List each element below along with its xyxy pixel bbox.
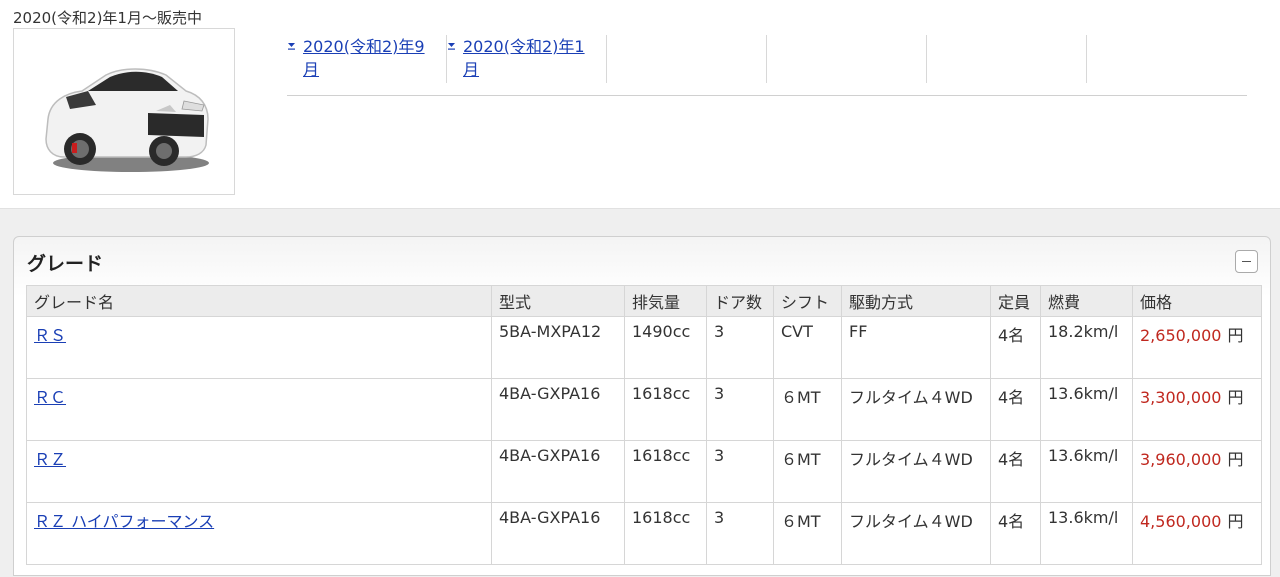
- capacity-cell: 4名: [990, 378, 1041, 441]
- table-row: ＲＺ 4BA-GXPA16 1618cc 3 ６MT フルタイム４WD 4名 1…: [26, 440, 1262, 503]
- price-value: 3,300,000: [1140, 388, 1222, 407]
- period-cell: 2020(令和2)年1月: [447, 35, 607, 83]
- minus-icon[interactable]: [1235, 250, 1258, 273]
- displacement-cell: 1618cc: [624, 502, 707, 565]
- price-cell: 2,650,000 円: [1132, 316, 1262, 379]
- fuel-cell: 13.6km/l: [1040, 440, 1133, 503]
- capacity-cell: 4名: [990, 440, 1041, 503]
- table-row: ＲＳ 5BA-MXPA12 1490cc 3 CVT FF 4名 18.2km/…: [26, 316, 1262, 379]
- header-drive: 駆動方式: [841, 285, 991, 317]
- capacity-cell: 4名: [990, 316, 1041, 379]
- header-doors: ドア数: [706, 285, 774, 317]
- price-cell: 3,300,000 円: [1132, 378, 1262, 441]
- grade-link[interactable]: ＲＺ ハイパフォーマンス: [34, 512, 214, 531]
- price-unit: 円: [1227, 450, 1244, 469]
- price-cell: 4,560,000 円: [1132, 502, 1262, 565]
- model-cell: 4BA-GXPA16: [491, 502, 625, 565]
- grade-cell: ＲＺ ハイパフォーマンス: [26, 502, 492, 565]
- drive-cell: フルタイム４WD: [841, 378, 991, 441]
- fuel-cell: 18.2km/l: [1040, 316, 1133, 379]
- price-unit: 円: [1227, 512, 1244, 531]
- download-arrow-icon: [288, 43, 295, 50]
- grade-cell: ＲＺ: [26, 440, 492, 503]
- period-cell-empty: [767, 35, 927, 83]
- period-cell-empty: [1087, 35, 1247, 83]
- table-header-row: グレード名 型式 排気量 ドア数 シフト 駆動方式 定員 燃費 価格: [26, 285, 1262, 317]
- model-cell: 4BA-GXPA16: [491, 440, 625, 503]
- grade-table: グレード名 型式 排気量 ドア数 シフト 駆動方式 定員 燃費 価格 ＲＳ 5B…: [26, 285, 1262, 565]
- model-cell: 4BA-GXPA16: [491, 378, 625, 441]
- period-link-2020-09[interactable]: 2020(令和2)年9月: [303, 35, 433, 81]
- price-cell: 3,960,000 円: [1132, 440, 1262, 503]
- download-arrow-icon: [448, 43, 455, 50]
- table-row: ＲＺ ハイパフォーマンス 4BA-GXPA16 1618cc 3 ６MT フルタ…: [26, 502, 1262, 565]
- price-unit: 円: [1227, 388, 1244, 407]
- grade-cell: ＲＳ: [26, 316, 492, 379]
- doors-cell: 3: [706, 316, 774, 379]
- car-photo[interactable]: [13, 28, 235, 195]
- price-value: 2,650,000: [1140, 326, 1222, 345]
- capacity-cell: 4名: [990, 502, 1041, 565]
- header-price: 価格: [1132, 285, 1262, 317]
- grade-cell: ＲＣ: [26, 378, 492, 441]
- displacement-cell: 1490cc: [624, 316, 707, 379]
- header-capacity: 定員: [990, 285, 1041, 317]
- period-cell-empty: [607, 35, 767, 83]
- fuel-cell: 13.6km/l: [1040, 502, 1133, 565]
- doors-cell: 3: [706, 440, 774, 503]
- panel-title: グレード: [27, 253, 104, 275]
- shift-cell: ６MT: [773, 440, 842, 503]
- price-value: 3,960,000: [1140, 450, 1222, 469]
- shift-cell: CVT: [773, 316, 842, 379]
- header-fuel: 燃費: [1040, 285, 1133, 317]
- drive-cell: フルタイム４WD: [841, 440, 991, 503]
- drive-cell: FF: [841, 316, 991, 379]
- doors-cell: 3: [706, 502, 774, 565]
- displacement-cell: 1618cc: [624, 378, 707, 441]
- period-link-2020-01[interactable]: 2020(令和2)年1月: [463, 35, 593, 81]
- header-displacement: 排気量: [624, 285, 707, 317]
- doors-cell: 3: [706, 378, 774, 441]
- grade-link[interactable]: ＲＣ: [34, 388, 66, 407]
- drive-cell: フルタイム４WD: [841, 502, 991, 565]
- grade-link[interactable]: ＲＳ: [34, 326, 66, 345]
- header-shift: シフト: [773, 285, 842, 317]
- shift-cell: ６MT: [773, 378, 842, 441]
- price-value: 4,560,000: [1140, 512, 1222, 531]
- header-model: 型式: [491, 285, 625, 317]
- displacement-cell: 1618cc: [624, 440, 707, 503]
- sale-period-text: 2020(令和2)年1月〜販売中: [13, 9, 202, 27]
- model-cell: 5BA-MXPA12: [491, 316, 625, 379]
- car-image-icon: [45, 68, 209, 172]
- price-unit: 円: [1227, 326, 1244, 345]
- shift-cell: ６MT: [773, 502, 842, 565]
- header-grade: グレード名: [26, 285, 492, 317]
- period-cell-empty: [927, 35, 1087, 83]
- grade-link[interactable]: ＲＺ: [34, 450, 66, 469]
- grade-panel: グレード グレード名 型式 排気量 ドア数 シフト 駆動方式 定員 燃費 価格 …: [13, 236, 1271, 576]
- period-cell: 2020(令和2)年9月: [287, 35, 447, 83]
- period-nav: 2020(令和2)年9月 2020(令和2)年1月: [287, 35, 1247, 96]
- fuel-cell: 13.6km/l: [1040, 378, 1133, 441]
- table-row: ＲＣ 4BA-GXPA16 1618cc 3 ６MT フルタイム４WD 4名 1…: [26, 378, 1262, 441]
